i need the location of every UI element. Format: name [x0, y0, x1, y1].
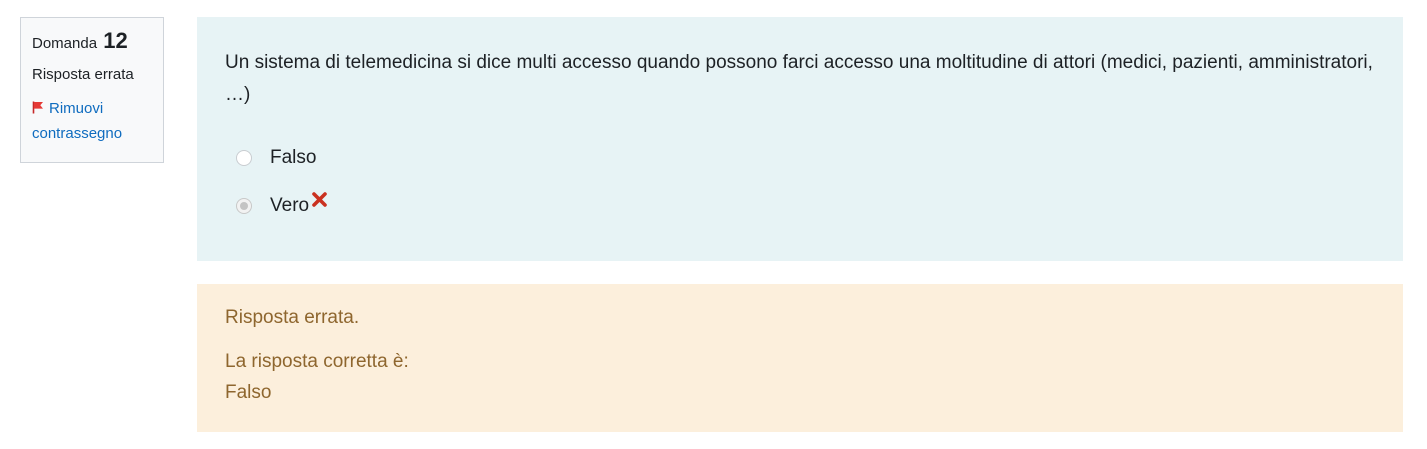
right-answer-value: Falso	[225, 382, 272, 403]
answer-list: Falso Vero	[236, 146, 1375, 218]
answer-radio-vero[interactable]	[236, 198, 252, 214]
question-outcome: Risposta errata. La risposta corretta è:…	[197, 284, 1403, 432]
question-text: Un sistema di telemedicina si dice multi…	[225, 52, 1373, 105]
feedback-text: Risposta errata.	[225, 307, 360, 328]
answer-radio-falso[interactable]	[236, 150, 252, 166]
question-info-panel: Domanda 12 Risposta errata Rimuovi contr…	[20, 17, 164, 163]
question-formulation: Un sistema di telemedicina si dice multi…	[197, 17, 1403, 261]
incorrect-x-icon	[311, 191, 328, 214]
answer-option-vero[interactable]: Vero	[236, 191, 1375, 218]
flag-icon	[32, 100, 49, 117]
question-state: Risposta errata	[32, 66, 134, 83]
question-number-line: Domanda 12	[32, 30, 153, 55]
question-label: Domanda	[32, 35, 98, 52]
question-number: 12	[103, 28, 128, 53]
answer-option-falso[interactable]: Falso	[236, 146, 1375, 170]
remove-flag-link[interactable]: Rimuovi contrassegno	[32, 96, 153, 146]
answer-label: Vero	[270, 195, 310, 216]
right-answer-intro: La risposta corretta è:	[225, 351, 409, 372]
answer-label: Falso	[270, 147, 317, 168]
